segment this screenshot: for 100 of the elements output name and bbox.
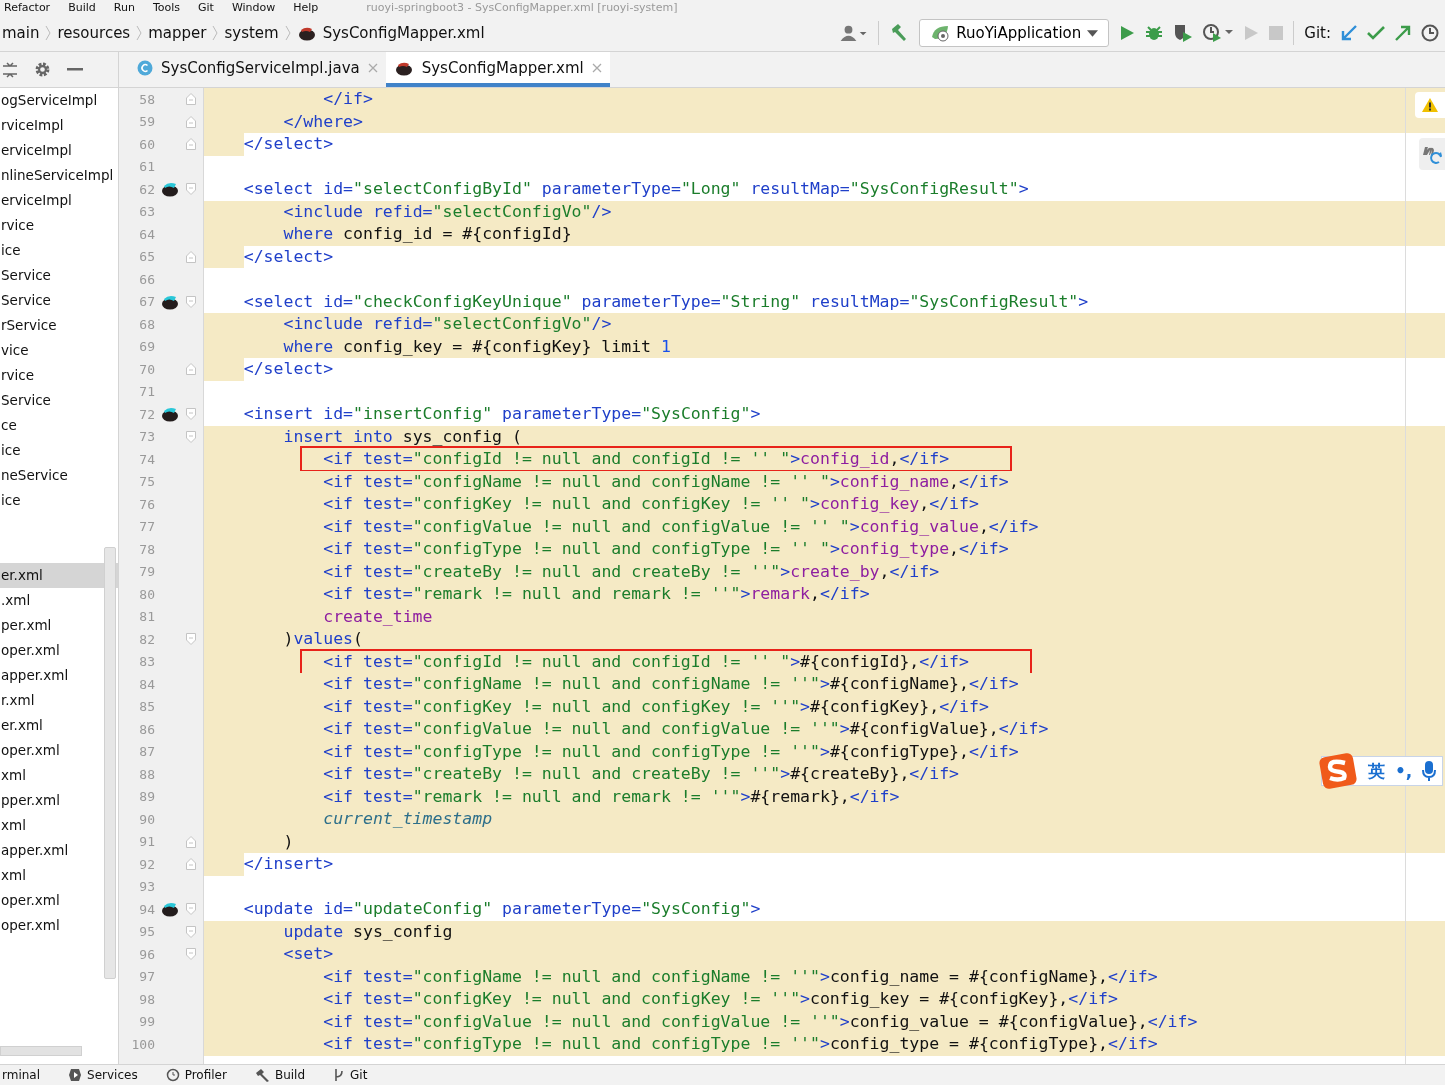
fold-marker-icon[interactable]: [186, 295, 196, 308]
tree-item[interactable]: erviceImpl: [0, 138, 118, 163]
scrollbar[interactable]: [0, 1046, 82, 1056]
profiler-icon[interactable]: [1203, 23, 1234, 43]
tool-window-button[interactable]: Profiler: [165, 1067, 227, 1083]
breadcrumb-item[interactable]: system: [224, 24, 279, 42]
tree-item[interactable]: ice: [0, 438, 118, 463]
tree-item[interactable]: Service: [0, 288, 118, 313]
fold-marker-icon[interactable]: [186, 948, 196, 961]
debug-icon[interactable]: [1145, 24, 1164, 42]
editor-tab[interactable]: SysConfigMapper.xml: [385, 52, 610, 87]
tool-window-button[interactable]: rminal: [2, 1067, 41, 1083]
tree-item[interactable]: rvice: [0, 363, 118, 388]
fold-marker-icon[interactable]: [186, 138, 196, 151]
tree-item[interactable]: er.xml: [0, 713, 118, 738]
tree-item[interactable]: vice: [0, 338, 118, 363]
fold-marker-icon[interactable]: [186, 925, 196, 938]
bird-icon[interactable]: [160, 901, 180, 918]
fold-marker-icon[interactable]: [186, 835, 196, 848]
minimize-icon[interactable]: [67, 67, 83, 72]
menu-item[interactable]: Build: [68, 0, 96, 15]
ime-toolbar[interactable]: 英 •,: [1321, 756, 1444, 786]
menu-item[interactable]: Tools: [152, 0, 180, 15]
breadcrumb-item[interactable]: main: [2, 24, 40, 42]
fold-marker-icon[interactable]: [186, 93, 196, 106]
tool-window-button[interactable]: Build: [254, 1067, 306, 1083]
ime-logo-icon[interactable]: [1318, 753, 1358, 789]
tree-item[interactable]: ogServiceImpl: [0, 88, 118, 113]
ime-punctuation-label[interactable]: •,: [1395, 761, 1413, 781]
fold-marker-icon[interactable]: [186, 115, 196, 128]
tree-item[interactable]: oper.xml: [0, 888, 118, 913]
collapse-icon[interactable]: [2, 61, 18, 78]
fold-marker-icon[interactable]: [186, 250, 196, 263]
close-icon[interactable]: [591, 62, 602, 73]
chevron-icon: [136, 25, 143, 41]
bird-icon[interactable]: [160, 293, 180, 310]
code-line: insert into sys_config (: [283, 426, 522, 447]
line-number: 76: [138, 496, 155, 512]
tree-item[interactable]: rviceImpl: [0, 113, 118, 138]
tree-item[interactable]: xml: [0, 863, 118, 888]
user-icon[interactable]: [838, 24, 869, 42]
coverage-icon[interactable]: [1173, 23, 1194, 43]
history-clock-icon[interactable]: [1421, 24, 1439, 42]
tree-item[interactable]: Service: [0, 263, 118, 288]
tree-item[interactable]: xml: [0, 813, 118, 838]
tree-item[interactable]: ice: [0, 238, 118, 263]
warning-icon[interactable]: [1415, 92, 1445, 118]
tree-item[interactable]: rService: [0, 313, 118, 338]
tool-window-button[interactable]: Git: [333, 1067, 368, 1083]
run-config-dropdown[interactable]: RuoYiApplication: [919, 19, 1110, 47]
tree-item[interactable]: pper.xml: [0, 788, 118, 813]
maven-refresh-icon[interactable]: [1419, 138, 1445, 170]
ime-mode-label[interactable]: 英: [1368, 759, 1385, 783]
fold-marker-icon[interactable]: [186, 903, 196, 916]
fold-marker-icon[interactable]: [186, 183, 196, 196]
tree-item[interactable]: per.xml: [0, 613, 118, 638]
line-number: 62: [138, 181, 155, 197]
check-icon[interactable]: [1367, 25, 1385, 41]
menu-item[interactable]: Run: [113, 0, 135, 15]
microphone-icon[interactable]: [1422, 760, 1437, 782]
fold-marker-icon[interactable]: [186, 408, 196, 421]
tree-item[interactable]: neService: [0, 463, 118, 488]
tool-window-button[interactable]: Services: [68, 1067, 138, 1083]
tree-item[interactable]: ce: [0, 413, 118, 438]
menu-item[interactable]: Git: [198, 0, 214, 15]
bird-icon: [296, 25, 317, 41]
tree-item[interactable]: oper.xml: [0, 738, 118, 763]
tree-item[interactable]: .xml: [0, 588, 118, 613]
breadcrumb-item[interactable]: SysConfigMapper.xml: [322, 24, 485, 42]
tree-item[interactable]: r.xml: [0, 688, 118, 713]
tree-item[interactable]: oper.xml: [0, 913, 118, 938]
fold-marker-icon[interactable]: [186, 633, 196, 646]
tree-item[interactable]: nlineServiceImpl: [0, 163, 118, 188]
scrollbar[interactable]: [104, 547, 116, 979]
settings-icon[interactable]: [34, 61, 51, 78]
run-icon[interactable]: [1119, 25, 1136, 41]
update-arrow-icon[interactable]: [1341, 25, 1357, 41]
tree-item[interactable]: rvice: [0, 213, 118, 238]
tree-item[interactable]: erviceImpl: [0, 188, 118, 213]
editor-tab[interactable]: SysConfigServiceImpl.java: [129, 52, 386, 87]
bird-icon[interactable]: [160, 406, 180, 423]
breadcrumb-item[interactable]: resources: [57, 24, 131, 42]
code-line: </if>: [323, 89, 373, 110]
tree-item[interactable]: Service: [0, 388, 118, 413]
tree-item[interactable]: ice: [0, 488, 118, 513]
push-arrow-icon[interactable]: [1395, 25, 1411, 41]
fold-marker-icon[interactable]: [186, 363, 196, 376]
fold-marker-icon[interactable]: [186, 858, 196, 871]
breadcrumb-item[interactable]: mapper: [148, 24, 207, 42]
tree-item[interactable]: apper.xml: [0, 838, 118, 863]
close-icon[interactable]: [367, 62, 378, 73]
fold-marker-icon[interactable]: [186, 430, 196, 443]
tree-item[interactable]: oper.xml: [0, 638, 118, 663]
bird-icon[interactable]: [160, 181, 180, 198]
menu-item[interactable]: Help: [293, 0, 319, 15]
tree-item[interactable]: xml: [0, 763, 118, 788]
tree-item[interactable]: apper.xml: [0, 663, 118, 688]
line-number: 64: [138, 226, 155, 242]
menu-item[interactable]: Window: [231, 0, 276, 15]
menu-item[interactable]: Refactor: [4, 0, 51, 15]
